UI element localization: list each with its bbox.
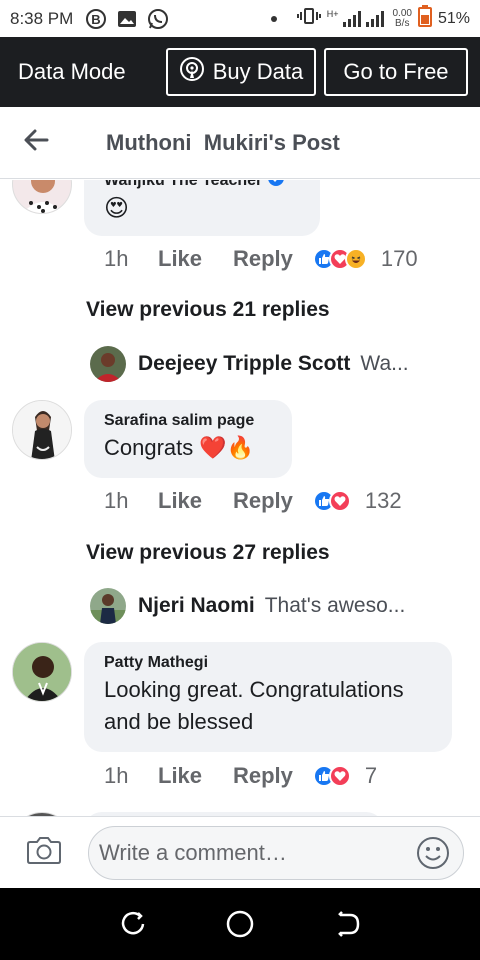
camera-button[interactable] [0,817,88,889]
comment-text: Looking great. Congratulations and be bl… [104,674,432,738]
comment-actions: 1h Like Reply 7 [104,763,377,789]
reply-author-name: Deejeey Tripple Scott [138,352,351,375]
comment-author[interactable]: Wanjiku The Teacher [104,180,300,191]
comment-text-content: Congrats [104,435,194,460]
network-type: H+ [326,8,339,19]
reaction-count: 170 [380,246,418,271]
like-button[interactable]: Like [158,488,212,514]
buy-data-button[interactable]: Buy Data [166,48,316,96]
go-to-free-button[interactable]: Go to Free [323,48,468,96]
comment-text: Congrats ❤️🔥 [104,432,272,464]
signal-icon: H+ [326,8,387,28]
love-reaction-icon [328,490,351,512]
image-icon [117,9,137,29]
reply-preview-text: That's aweso... [264,594,406,617]
system-nav-bar [0,888,480,960]
svg-text:B: B [92,12,101,27]
avatar[interactable] [12,642,72,702]
back-nav-button[interactable] [327,904,367,944]
data-mode-bar: Data Mode Buy Data Go to Free [0,37,480,107]
broadcast-icon [179,56,205,88]
like-button[interactable]: Like [158,763,212,789]
battery-percent: 51% [437,9,470,27]
reaction-summary[interactable] [312,248,367,270]
avatar[interactable] [12,180,72,214]
view-previous-replies[interactable]: View previous 21 replies [86,298,330,322]
net-speed: 0.00 B/s [392,7,412,29]
heart-eyes-emoji: 😍 [104,195,130,222]
comment-time: 1h [104,246,129,271]
comment-bubble[interactable]: Wanjiku The Teacher 😍 [84,180,320,236]
comment-text-line: Looking great. Congratulations [104,677,404,702]
comment-author-name: Wanjiku The Teacher [104,180,263,189]
comment-time: 1h [104,488,129,513]
buy-data-label: Buy Data [212,59,304,84]
data-mode-label: Data Mode [18,59,126,84]
comment-time: 1h [104,763,129,788]
comments-feed[interactable]: Wanjiku The Teacher 😍 1h Like Reply 170 … [0,180,480,816]
status-bar: 8:38 PM B H+ 0.00 B/s 51% [0,0,480,37]
comment-author-name[interactable]: Sarafina salim page [104,412,272,430]
page-title: Muthoni Mukiri's Post [106,129,340,155]
reply-button[interactable]: Reply [233,763,293,789]
b-circle-icon: B [85,8,107,30]
comment-input[interactable]: Write a comment… [88,825,464,880]
reaction-summary[interactable] [312,765,351,787]
arrow-left-icon [23,129,49,156]
comment-text-line: and be blessed [104,709,254,734]
avatar [90,588,126,624]
love-reaction-icon [328,765,351,787]
back-button[interactable] [0,107,72,179]
recent-apps-icon [122,911,145,935]
reply-button[interactable]: Reply [233,246,293,272]
reply-preview[interactable]: Deejeey Tripple Scott Wa... [90,346,440,382]
post-header: Muthoni Mukiri's Post [0,107,480,179]
smiley-icon [417,836,449,869]
net-speed-value: 0.00 [392,7,412,19]
camera-icon [26,835,62,870]
heart-fire-emoji: ❤️🔥 [199,435,255,460]
verified-icon [268,180,285,191]
reply-button[interactable]: Reply [233,488,293,514]
comment-composer: Write a comment… [0,816,480,888]
comment-actions: 1h Like Reply 132 [104,488,402,514]
back-nav-icon [337,911,359,937]
home-button[interactable] [220,904,260,944]
reaction-summary[interactable] [312,490,351,512]
like-button[interactable]: Like [158,246,212,272]
vibrate-icon [296,7,321,30]
reaction-count: 7 [364,763,378,788]
reply-preview[interactable]: Njeri Naomi That's aweso... [90,588,440,624]
reply-preview-text: Wa... [360,352,409,375]
go-to-free-label: Go to Free [343,59,449,84]
comment-text: 😍 [104,193,300,225]
net-speed-unit: B/s [395,17,410,29]
haha-reaction-icon [344,248,367,270]
avatar [90,346,126,382]
comment-bubble[interactable]: Sarafina salim page Congrats ❤️🔥 [84,400,292,478]
dot-icon [270,15,277,22]
home-icon [226,910,254,938]
view-previous-replies[interactable]: View previous 27 replies [86,541,330,565]
emoji-button[interactable] [415,835,451,871]
reply-author-name: Njeri Naomi [138,594,255,617]
comment-bubble[interactable]: Patty Mathegi Looking great. Congratulat… [84,642,452,752]
avatar[interactable] [12,400,72,460]
comment-placeholder: Write a comment… [99,839,287,865]
recent-apps-button[interactable] [113,904,153,944]
comment-author-name[interactable]: Patty Mathegi [104,654,432,672]
status-time: 8:38 PM [10,8,74,28]
reaction-count: 132 [364,488,402,513]
whatsapp-icon [147,8,169,30]
battery-icon [417,5,432,32]
comment-actions: 1h Like Reply 170 [104,246,418,272]
